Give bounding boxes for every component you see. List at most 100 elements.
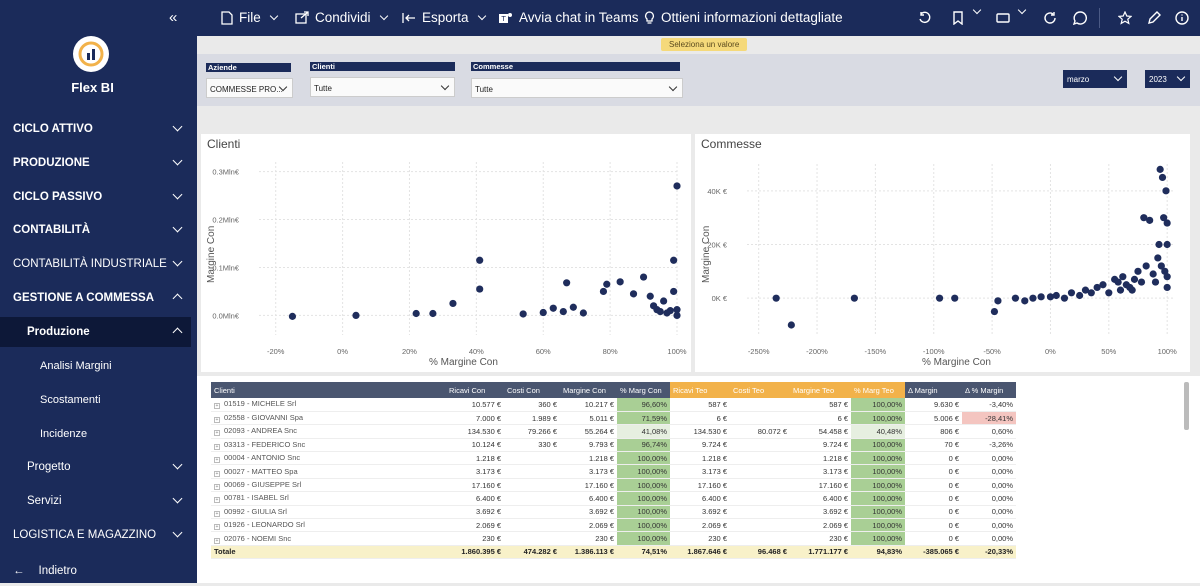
clienti-select[interactable]: Tutte <box>310 77 455 97</box>
refresh-icon[interactable] <box>1043 11 1057 25</box>
nav-analisi-margini[interactable]: Analisi Margini <box>0 351 191 381</box>
insights-button[interactable]: Ottieni informazioni dettagliate <box>644 10 843 25</box>
value-cell: 1.218 € <box>670 451 730 466</box>
table-row[interactable]: +01926 - LEONARDO Srl 2.069 €2.069 €100,0… <box>211 518 1016 533</box>
y-tick-label: 40K € <box>707 187 727 196</box>
commesse-chart-panel: Commesse Margine Con % Margine Con -250%… <box>695 134 1190 372</box>
nav-logistica[interactable]: LOGISTICA E MAGAZZINO <box>0 520 191 550</box>
table-row[interactable]: +02558 - GIOVANNI Spa 7.000 €1.989 €5.011… <box>211 411 1016 426</box>
value-cell: 230 € <box>670 531 730 546</box>
expand-icon[interactable]: + <box>214 484 220 491</box>
file-menu[interactable]: File <box>221 10 279 25</box>
client-cell: +02076 - NOEMI Snc <box>211 531 446 546</box>
value-cell: 587 € <box>670 398 730 412</box>
data-point <box>1087 289 1095 297</box>
data-point <box>935 294 944 302</box>
data-point <box>352 311 360 320</box>
bookmark-dropdown[interactable] <box>970 5 982 15</box>
column-header[interactable]: Ricavi Con <box>446 382 504 398</box>
bookmark-icon[interactable] <box>951 11 965 25</box>
data-point <box>559 307 567 316</box>
commesse-select[interactable]: Tutte <box>471 78 683 98</box>
nav-produzione[interactable]: PRODUZIONE <box>0 148 191 178</box>
data-point <box>646 292 654 300</box>
column-header[interactable]: Clienti <box>211 382 446 398</box>
table-scrollbar[interactable] <box>1184 382 1189 430</box>
collapse-sidebar-icon[interactable]: « <box>169 9 177 26</box>
chevron-down-icon <box>379 11 388 21</box>
nav-contabilita[interactable]: CONTABILITÀ <box>0 215 191 245</box>
table-row[interactable]: +00004 - ANTONIO Snc 1.218 €1.218 €100,00… <box>211 451 1016 466</box>
table-row[interactable]: +03313 - FEDERICO Snc 10.124 €330 €9.793 … <box>211 438 1016 453</box>
month-select[interactable]: marzo <box>1063 70 1127 88</box>
table-row[interactable]: +02076 - NOEMI Snc 230 €230 €100,00% 230 €… <box>211 531 1016 546</box>
export-menu[interactable]: Esporta <box>402 10 486 25</box>
client-cell: +00781 - ISABEL Srl <box>211 491 446 506</box>
nav-servizi[interactable]: Servizi <box>0 486 191 516</box>
column-header[interactable]: Margine Con <box>560 382 617 398</box>
aziende-select[interactable]: COMMESSE PRO... <box>206 78 293 98</box>
value-cell: 3.173 € <box>560 464 617 479</box>
column-header[interactable]: Costi Con <box>504 382 560 398</box>
star-icon[interactable] <box>1118 11 1132 25</box>
expand-icon[interactable]: + <box>214 537 220 544</box>
teams-chat-button[interactable]: T Avvia chat in Teams <box>498 10 639 25</box>
reset-icon[interactable] <box>918 11 932 25</box>
nav-scostamenti[interactable]: Scostamenti <box>0 385 191 415</box>
column-header[interactable]: Δ % Margin <box>962 382 1016 398</box>
table-row[interactable]: +00992 - GIULIA Srl 3.692 €3.692 €100,00%… <box>211 505 1016 520</box>
expand-icon[interactable]: + <box>214 524 220 531</box>
value-cell: 100,00% <box>851 505 905 520</box>
table-row[interactable]: +01519 - MICHELE Srl 10.577 €360 €10.217 … <box>211 398 1016 412</box>
column-header[interactable]: Costi Teo <box>730 382 790 398</box>
data-point <box>1146 216 1154 224</box>
share-menu[interactable]: Condividi <box>295 10 388 25</box>
expand-icon[interactable]: + <box>214 510 220 517</box>
column-header[interactable]: % Marg Teo <box>851 382 905 398</box>
value-cell: 0,00% <box>962 478 1016 493</box>
data-point <box>603 280 611 288</box>
expand-icon[interactable]: + <box>214 430 220 437</box>
data-point <box>1119 273 1127 281</box>
nav-ciclo-passivo[interactable]: CICLO PASSIVO <box>0 182 191 212</box>
value-cell: 1.386.113 € <box>560 545 617 560</box>
nav-gestione-commessa[interactable]: GESTIONE A COMMESSA <box>0 283 191 313</box>
table-row[interactable]: +00781 - ISABEL Srl 6.400 €6.400 €100,00%… <box>211 491 1016 506</box>
expand-icon[interactable]: + <box>214 443 220 450</box>
table-row[interactable]: +00027 - MATTEO Spa 3.173 €3.173 €100,00%… <box>211 464 1016 479</box>
nav-incidenze[interactable]: Incidenze <box>0 419 191 449</box>
value-cell: 94,83% <box>851 545 905 560</box>
edit-pencil-icon[interactable] <box>1147 11 1161 25</box>
data-point <box>639 273 648 281</box>
expand-icon[interactable]: + <box>214 417 220 424</box>
expand-icon[interactable]: + <box>214 457 220 464</box>
expand-icon[interactable]: + <box>214 403 220 410</box>
view-dropdown[interactable] <box>1015 5 1027 15</box>
value-cell: 2.069 € <box>790 518 851 533</box>
column-header[interactable]: Δ Margin <box>905 382 962 398</box>
y-tick-label: 0.1Mln€ <box>212 263 240 272</box>
back-arrow-icon: ← <box>13 565 25 577</box>
table-row[interactable]: +02093 - ANDREA Snc 134.530 €79.266 €55.2… <box>211 424 1016 439</box>
expand-icon[interactable]: + <box>214 497 220 504</box>
info-icon[interactable] <box>1175 11 1189 25</box>
data-point <box>1163 273 1171 281</box>
comment-icon[interactable] <box>1073 11 1087 25</box>
column-header[interactable]: Ricavi Teo <box>670 382 730 398</box>
nav-produzione-sub[interactable]: Produzione <box>0 317 191 347</box>
nav-back[interactable]: ← Indietro <box>0 556 191 586</box>
value-cell <box>730 411 790 426</box>
value-cell: 3.173 € <box>670 464 730 479</box>
expand-icon[interactable]: + <box>214 470 220 477</box>
value-cell <box>504 518 560 533</box>
table-row[interactable]: +00069 - GIUSEPPE Srl 17.160 €17.160 €100… <box>211 478 1016 493</box>
x-tick-label: -50% <box>983 347 1001 356</box>
column-header[interactable]: % Marg Con <box>617 382 670 398</box>
chevron-down-icon <box>440 81 450 91</box>
view-icon[interactable] <box>996 11 1010 25</box>
nav-progetto[interactable]: Progetto <box>0 452 191 482</box>
nav-contabilita-industriale[interactable]: CONTABILITÀ INDUSTRIALE <box>0 249 191 279</box>
nav-ciclo-attivo[interactable]: CICLO ATTIVO <box>0 114 191 144</box>
year-select[interactable]: 2023 <box>1145 70 1190 88</box>
column-header[interactable]: Margine Teo <box>790 382 851 398</box>
